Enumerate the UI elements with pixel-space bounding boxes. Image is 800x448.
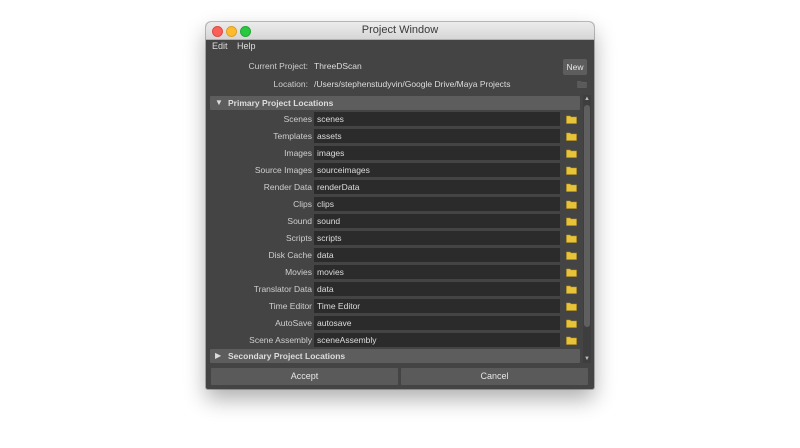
location-label: Disk Cache: [268, 250, 312, 260]
primary-locations-header[interactable]: ▼ Primary Project Locations: [210, 96, 580, 110]
location-label: Clips: [293, 199, 312, 209]
browse-folder-icon[interactable]: [566, 268, 577, 277]
location-label: Scripts: [286, 233, 312, 243]
location-value: /Users/stephenstudyvin/Google Drive/Maya…: [314, 79, 511, 89]
location-label: Source Images: [254, 165, 312, 175]
location-row-images: Images images: [206, 145, 584, 162]
location-row-scenes: Scenes scenes: [206, 111, 584, 128]
menu-bar: Edit Help: [206, 40, 594, 55]
location-row-scripts: Scripts scripts: [206, 230, 584, 247]
location-input[interactable]: sceneAssembly: [314, 333, 560, 347]
browse-folder-icon[interactable]: [566, 234, 577, 243]
expanded-arrow-icon: ▼: [215, 98, 223, 107]
primary-locations-label: Primary Project Locations: [228, 98, 334, 108]
secondary-locations-label: Secondary Project Locations: [228, 351, 346, 361]
browse-folder-icon[interactable]: [566, 217, 577, 226]
browse-folder-icon[interactable]: [566, 319, 577, 328]
new-project-button[interactable]: New: [563, 59, 587, 75]
location-input[interactable]: scenes: [314, 112, 560, 126]
browse-folder-icon[interactable]: [566, 302, 577, 311]
secondary-locations-header[interactable]: ▶ Secondary Project Locations: [210, 349, 580, 363]
location-row-movies: Movies movies: [206, 264, 584, 281]
location-label: Translator Data: [253, 284, 312, 294]
browse-folder-icon[interactable]: [566, 336, 577, 345]
browse-folder-icon[interactable]: [566, 200, 577, 209]
location-label: Templates: [273, 131, 312, 141]
current-project-value: ThreeDScan: [314, 61, 362, 71]
location-folder-icon[interactable]: [577, 80, 587, 88]
accept-button[interactable]: Accept: [211, 368, 398, 385]
scroll-down-icon[interactable]: ▼: [583, 355, 591, 363]
cancel-button[interactable]: Cancel: [401, 368, 588, 385]
location-label: Render Data: [263, 182, 312, 192]
project-window: Project Window Edit Help Current Project…: [206, 22, 594, 389]
location-row-render-data: Render Data renderData: [206, 179, 584, 196]
location-row: Location: /Users/stephenstudyvin/Google …: [206, 76, 594, 92]
location-row-scene-assembly: Scene Assembly sceneAssembly: [206, 332, 584, 349]
location-row-translator-data: Translator Data data: [206, 281, 584, 298]
location-row-time-editor: Time Editor Time Editor: [206, 298, 584, 315]
location-label: Images: [284, 148, 312, 158]
scroll-up-icon[interactable]: ▲: [583, 95, 591, 103]
location-row-clips: Clips clips: [206, 196, 584, 213]
browse-folder-icon[interactable]: [566, 115, 577, 124]
location-label: Movies: [285, 267, 312, 277]
browse-folder-icon[interactable]: [566, 251, 577, 260]
location-row-sound: Sound sound: [206, 213, 584, 230]
location-row-disk-cache: Disk Cache data: [206, 247, 584, 264]
location-input[interactable]: Time Editor: [314, 299, 560, 313]
location-input[interactable]: renderData: [314, 180, 560, 194]
window-title: Project Window: [361, 24, 439, 36]
menu-edit[interactable]: Edit: [212, 41, 228, 51]
browse-folder-icon[interactable]: [566, 166, 577, 175]
location-row-templates: Templates assets: [206, 128, 584, 145]
location-label: AutoSave: [275, 318, 312, 328]
title-bar[interactable]: Project Window: [206, 22, 594, 40]
browse-folder-icon[interactable]: [566, 132, 577, 141]
location-input[interactable]: sourceimages: [314, 163, 560, 177]
current-project-label: Current Project:: [248, 61, 308, 71]
location-label: Time Editor: [268, 301, 312, 311]
browse-folder-icon[interactable]: [566, 285, 577, 294]
menu-help[interactable]: Help: [237, 41, 256, 51]
location-row-autosave: AutoSave autosave: [206, 315, 584, 332]
scrollbar[interactable]: ▲ ▼: [583, 95, 591, 363]
location-label: Scene Assembly: [249, 335, 312, 345]
browse-folder-icon[interactable]: [566, 149, 577, 158]
location-input[interactable]: scripts: [314, 231, 560, 245]
location-label: Scenes: [283, 114, 312, 124]
location-input[interactable]: images: [314, 146, 560, 160]
scroll-thumb[interactable]: [584, 105, 590, 327]
location-input[interactable]: autosave: [314, 316, 560, 330]
current-project-row: Current Project: ThreeDScan: [206, 58, 594, 74]
location-label: Sound: [287, 216, 312, 226]
location-input[interactable]: data: [314, 282, 560, 296]
location-input[interactable]: assets: [314, 129, 560, 143]
location-input[interactable]: clips: [314, 197, 560, 211]
location-input[interactable]: movies: [314, 265, 560, 279]
collapsed-arrow-icon: ▶: [215, 351, 222, 360]
location-row-source-images: Source Images sourceimages: [206, 162, 584, 179]
location-label: Location:: [273, 79, 309, 89]
browse-folder-icon[interactable]: [566, 183, 577, 192]
location-input[interactable]: sound: [314, 214, 560, 228]
location-input[interactable]: data: [314, 248, 560, 262]
